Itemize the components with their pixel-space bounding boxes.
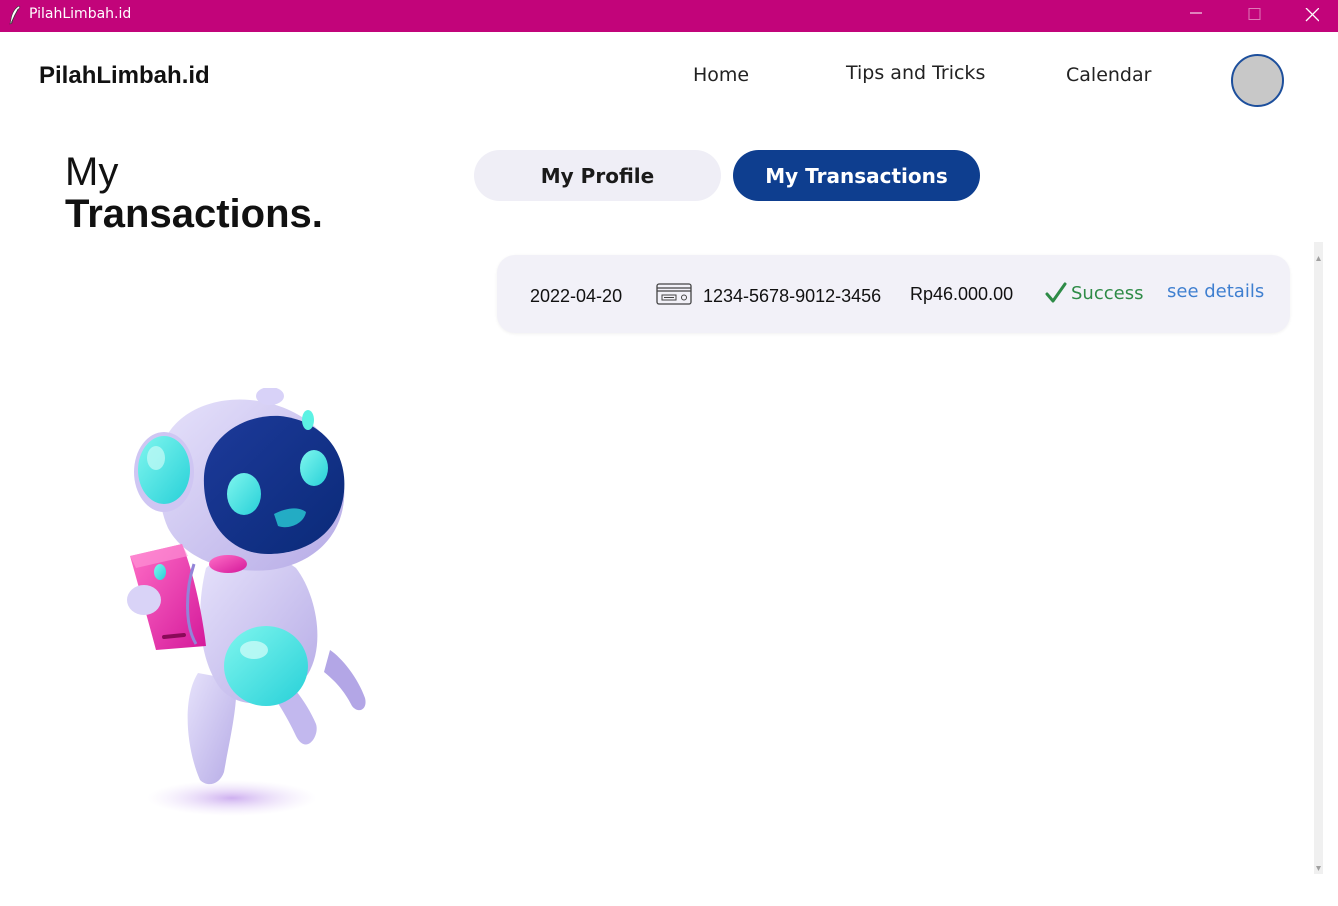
tab-my-profile[interactable]: My Profile	[474, 150, 721, 201]
scroll-down-icon[interactable]	[1314, 858, 1323, 871]
close-button[interactable]	[1290, 0, 1336, 32]
see-details-link[interactable]: see details	[1167, 281, 1264, 302]
minimize-button[interactable]	[1174, 0, 1220, 32]
brand-logo-text[interactable]: PilahLimbah.id	[39, 62, 210, 90]
tab-my-transactions[interactable]: My Transactions	[733, 150, 980, 201]
page-title-line1: My	[65, 150, 119, 194]
robot-illustration	[120, 387, 380, 828]
window-title: PilahLimbah.id	[29, 6, 132, 22]
card-number: 1234-5678-9012-3456	[703, 286, 882, 306]
scroll-up-icon[interactable]	[1314, 248, 1323, 261]
nav-calendar[interactable]: Calendar	[1066, 64, 1151, 86]
user-avatar[interactable]	[1231, 54, 1284, 107]
app-window: PilahLimbah.id PilahLimbah.id Home Tips …	[0, 0, 1338, 906]
feather-icon	[8, 5, 22, 25]
title-bar: PilahLimbah.id	[0, 0, 1338, 32]
maximize-button[interactable]	[1232, 0, 1278, 32]
checkmark-icon	[1045, 282, 1067, 304]
scrollbar[interactable]	[1314, 242, 1323, 874]
minimize-icon	[1190, 12, 1202, 14]
transaction-row: 2022-04-20 1234-5678-9012-3456 Rp46.000.…	[497, 255, 1290, 333]
nav-home[interactable]: Home	[693, 64, 749, 86]
close-icon	[1305, 8, 1319, 22]
credit-card-icon	[656, 283, 692, 305]
maximize-icon	[1248, 8, 1261, 20]
transaction-amount: Rp46.000.00	[910, 284, 1014, 304]
nav-tips-and-tricks[interactable]: Tips and Tricks	[846, 62, 985, 84]
status-badge: Success	[1071, 283, 1144, 304]
page-title-line2: Transactions.	[65, 192, 323, 236]
transaction-date: 2022-04-20	[530, 286, 623, 306]
